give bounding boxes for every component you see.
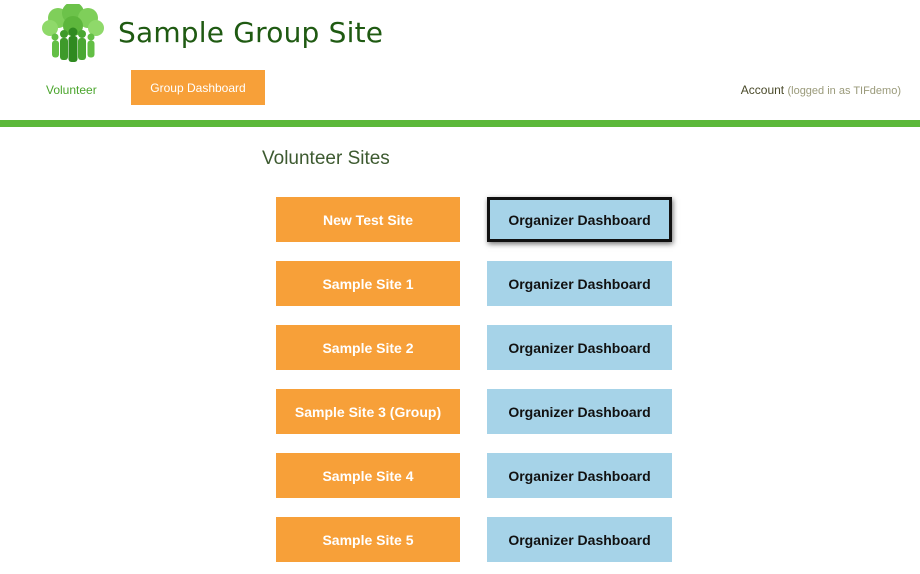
- site-list: New Test Site Organizer Dashboard Sample…: [276, 197, 676, 574]
- site-button[interactable]: Sample Site 3 (Group): [276, 389, 460, 434]
- section-title: Volunteer Sites: [262, 148, 390, 169]
- page: Sample Group Site Volunteer Group Dashbo…: [0, 0, 920, 574]
- site-row: Sample Site 3 (Group) Organizer Dashboar…: [276, 389, 676, 434]
- tree-people-logo[interactable]: [38, 2, 108, 64]
- login-status: (logged in as TIFdemo): [787, 85, 901, 97]
- site-button[interactable]: Sample Site 4: [276, 453, 460, 498]
- site-button[interactable]: Sample Site 2: [276, 325, 460, 370]
- site-row: Sample Site 5 Organizer Dashboard: [276, 517, 676, 562]
- nav-volunteer-link[interactable]: Volunteer: [46, 83, 97, 97]
- site-button[interactable]: Sample Site 1: [276, 261, 460, 306]
- site-button[interactable]: Sample Site 5: [276, 517, 460, 562]
- site-row: Sample Site 2 Organizer Dashboard: [276, 325, 676, 370]
- organizer-dashboard-button[interactable]: Organizer Dashboard: [487, 261, 672, 306]
- site-row: Sample Site 4 Organizer Dashboard: [276, 453, 676, 498]
- organizer-dashboard-button[interactable]: Organizer Dashboard: [487, 197, 672, 242]
- organizer-dashboard-button[interactable]: Organizer Dashboard: [487, 325, 672, 370]
- nav-group-dashboard-tab[interactable]: Group Dashboard: [131, 70, 265, 105]
- site-button[interactable]: New Test Site: [276, 197, 460, 242]
- account-area: Account (logged in as TIFdemo): [741, 83, 901, 97]
- site-row: Sample Site 1 Organizer Dashboard: [276, 261, 676, 306]
- header-divider: [0, 120, 920, 127]
- organizer-dashboard-button[interactable]: Organizer Dashboard: [487, 389, 672, 434]
- organizer-dashboard-button[interactable]: Organizer Dashboard: [487, 453, 672, 498]
- site-title: Sample Group Site: [118, 16, 384, 49]
- site-row: New Test Site Organizer Dashboard: [276, 197, 676, 242]
- account-link[interactable]: Account: [741, 83, 784, 97]
- logo-icon: [42, 2, 104, 62]
- nav-group-dashboard-label: Group Dashboard: [150, 80, 246, 95]
- organizer-dashboard-button[interactable]: Organizer Dashboard: [487, 517, 672, 562]
